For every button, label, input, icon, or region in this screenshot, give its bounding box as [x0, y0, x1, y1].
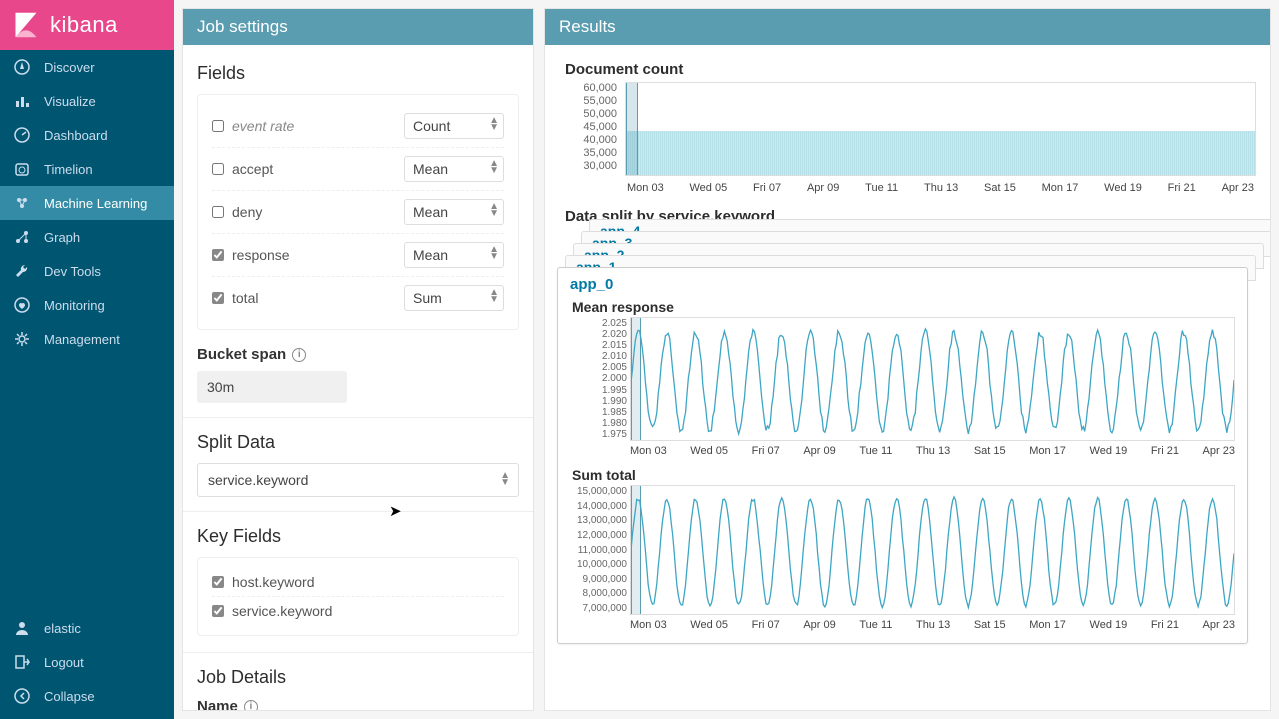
- nav-label: Management: [44, 332, 120, 347]
- nav: Discover Visualize Dashboard Timelion Machin…: [0, 50, 174, 611]
- field-checkbox[interactable]: [212, 120, 224, 132]
- time-selection-brush[interactable]: [626, 83, 638, 175]
- exit-icon: [14, 654, 30, 670]
- field-row: accept Mean▲▼: [212, 148, 504, 191]
- front-card-title[interactable]: app_0: [570, 276, 1235, 293]
- field-row: total Sum▲▼: [212, 277, 504, 319]
- job-settings-panel: Job settings Fields event rate Count▲▼ acc…: [182, 8, 534, 711]
- key-fields-title: Key Fields: [197, 526, 519, 547]
- aggregation-select[interactable]: Mean▲▼: [404, 242, 504, 268]
- field-name: total: [232, 290, 258, 306]
- field-checkbox[interactable]: [212, 163, 224, 175]
- field-name: response: [232, 247, 290, 263]
- nav-label: Graph: [44, 230, 80, 245]
- nav-label: elastic: [44, 621, 81, 636]
- sidebar-item-dev-tools[interactable]: Dev Tools: [0, 254, 174, 288]
- collapse-icon: [14, 688, 30, 704]
- front-card: app_0 Mean response 2.0252.0202.0152.010…: [557, 267, 1248, 644]
- nav-label: Discover: [44, 60, 95, 75]
- nav-label: Logout: [44, 655, 84, 670]
- split-data-select[interactable]: service.keyword ▲▼: [197, 463, 519, 497]
- info-icon[interactable]: i: [244, 700, 258, 711]
- key-field-name: service.keyword: [232, 603, 332, 619]
- ml-icon: [14, 195, 30, 211]
- nav-label: Collapse: [44, 689, 95, 704]
- sidebar-item-collapse[interactable]: Collapse: [0, 679, 174, 713]
- bucket-span-label: Bucket span i: [197, 346, 519, 363]
- fields-title: Fields: [197, 63, 519, 84]
- bucket-span-input[interactable]: [197, 371, 347, 403]
- aggregation-select[interactable]: Sum▲▼: [404, 285, 504, 311]
- results-header: Results: [545, 9, 1270, 45]
- sidebar-item-discover[interactable]: Discover: [0, 50, 174, 84]
- key-field-row: service.keyword: [212, 597, 504, 625]
- sum-total-chart[interactable]: 15,000,00014,000,00013,000,00012,000,000…: [630, 485, 1235, 615]
- document-count-chart[interactable]: 60,00055,00050,00045,00040,00035,00030,0…: [559, 82, 1256, 194]
- key-field-row: host.keyword: [212, 568, 504, 597]
- field-name: event rate: [232, 118, 294, 134]
- field-name: deny: [232, 204, 262, 220]
- nav-label: Monitoring: [44, 298, 105, 313]
- field-checkbox[interactable]: [212, 249, 224, 261]
- sidebar-item-logout[interactable]: Logout: [0, 645, 174, 679]
- split-data-title: Split Data: [197, 432, 519, 453]
- split-card-stack: app_4 app_3 app_2 app_1 app_0 Mean respo…: [565, 231, 1256, 691]
- sidebar-item-graph[interactable]: Graph: [0, 220, 174, 254]
- heart-icon: [14, 297, 30, 313]
- field-row: response Mean▲▼: [212, 234, 504, 277]
- fields-block: event rateCount▲▼acceptMean▲▼denyMean▲▼r…: [197, 94, 519, 330]
- job-name-label: Name i: [197, 698, 519, 710]
- sidebar-item-visualize[interactable]: Visualize: [0, 84, 174, 118]
- nav-bottom: elastic Logout Collapse: [0, 611, 174, 719]
- sidebar-item-elastic[interactable]: elastic: [0, 611, 174, 645]
- mean-response-chart[interactable]: 2.0252.0202.0152.0102.0052.0001.9951.990…: [630, 317, 1235, 441]
- user-icon: [14, 620, 30, 636]
- bar-icon: [14, 93, 30, 109]
- info-icon[interactable]: i: [292, 348, 306, 362]
- document-count-title: Document count: [565, 61, 1256, 78]
- aggregation-select[interactable]: Mean▲▼: [404, 199, 504, 225]
- aggregation-select[interactable]: Count▲▼: [404, 113, 504, 139]
- sidebar-item-dashboard[interactable]: Dashboard: [0, 118, 174, 152]
- sidebar: kibana Discover Visualize Dashboard Timelio…: [0, 0, 174, 719]
- mean-response-title: Mean response: [572, 299, 1235, 315]
- field-name: accept: [232, 161, 273, 177]
- graph-icon: [14, 229, 30, 245]
- nav-label: Dashboard: [44, 128, 108, 143]
- clock-icon: [14, 161, 30, 177]
- nav-label: Timelion: [44, 162, 93, 177]
- field-checkbox[interactable]: [212, 292, 224, 304]
- compass-icon: [14, 59, 30, 75]
- results-panel: Results Document count 60,00055,00050,00…: [544, 8, 1271, 711]
- brand-text: kibana: [50, 12, 118, 38]
- field-row: deny Mean▲▼: [212, 191, 504, 234]
- sidebar-item-machine-learning[interactable]: Machine Learning: [0, 186, 174, 220]
- kibana-logo-icon: [12, 11, 40, 39]
- key-field-checkbox[interactable]: [212, 576, 224, 588]
- key-field-name: host.keyword: [232, 574, 314, 590]
- nav-label: Machine Learning: [44, 196, 147, 211]
- field-checkbox[interactable]: [212, 206, 224, 218]
- sum-total-title: Sum total: [572, 467, 1235, 483]
- sidebar-item-timelion[interactable]: Timelion: [0, 152, 174, 186]
- nav-label: Dev Tools: [44, 264, 101, 279]
- wrench-icon: [14, 263, 30, 279]
- sidebar-item-management[interactable]: Management: [0, 322, 174, 356]
- gear-icon: [14, 331, 30, 347]
- sidebar-item-monitoring[interactable]: Monitoring: [0, 288, 174, 322]
- gauge-icon: [14, 127, 30, 143]
- key-fields-block: host.keyword service.keyword: [197, 557, 519, 636]
- field-row: event rate Count▲▼: [212, 105, 504, 148]
- logo-bar[interactable]: kibana: [0, 0, 174, 50]
- aggregation-select[interactable]: Mean▲▼: [404, 156, 504, 182]
- job-details-title: Job Details: [197, 667, 519, 688]
- job-settings-header: Job settings: [183, 9, 533, 45]
- nav-label: Visualize: [44, 94, 96, 109]
- key-field-checkbox[interactable]: [212, 605, 224, 617]
